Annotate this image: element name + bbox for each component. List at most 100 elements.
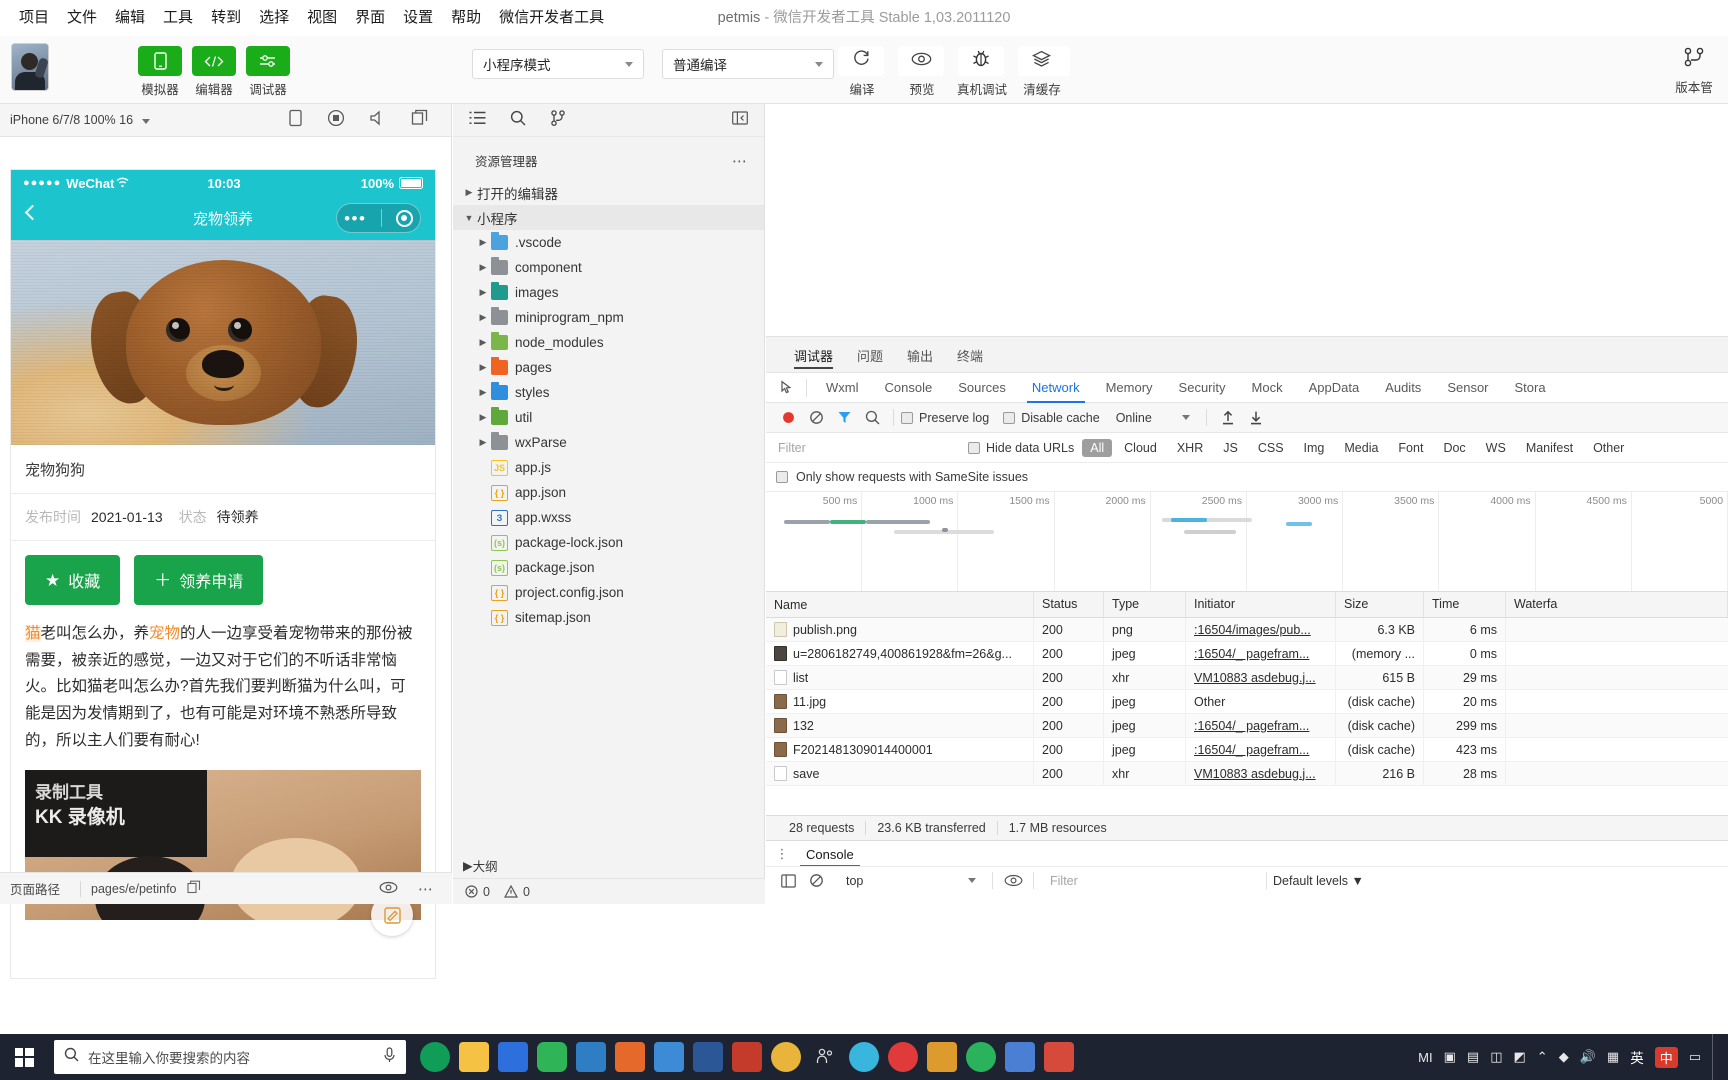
menu-item-settings[interactable]: 设置 (394, 0, 442, 36)
explorer-item-package-json[interactable]: (s) package.json (453, 555, 764, 580)
explorer-item-miniprogram-npm[interactable]: ▶ miniprogram_npm (453, 305, 764, 330)
explorer-item--vscode[interactable]: ▶ .vscode (453, 230, 764, 255)
explorer-item-sitemap-json[interactable]: { } sitemap.json (453, 605, 764, 630)
taskbar-icon-word[interactable] (693, 1042, 723, 1072)
menu-item-edit[interactable]: 编辑 (106, 0, 154, 36)
explorer-item-util[interactable]: ▶ util (453, 405, 764, 430)
volume-icon[interactable]: 🔊 (1580, 1049, 1596, 1065)
tray-xiaomi-icon[interactable]: MI (1418, 1050, 1432, 1065)
network-request-row[interactable]: publish.png 200 png:16504/images/pub... 6.3… (766, 617, 1728, 642)
explorer-item-package-lock-json[interactable]: (s) package-lock.json (453, 530, 764, 555)
column-header-status[interactable]: Status (1034, 592, 1104, 617)
real-device-debug-button[interactable] (958, 46, 1004, 76)
column-header-size[interactable]: Size (1336, 592, 1424, 617)
taskbar-icon-app13[interactable] (888, 1042, 918, 1072)
explorer-section-miniprogram[interactable]: ▼ 小程序 (453, 205, 764, 230)
menu-item-view[interactable]: 视图 (298, 0, 346, 36)
copy-icon[interactable] (411, 109, 429, 131)
start-button[interactable] (0, 1034, 48, 1080)
explorer-item-pages[interactable]: ▶ pages (453, 355, 764, 380)
menu-item-tools[interactable]: 工具 (154, 0, 202, 36)
resource-chip-doc[interactable]: Doc (1435, 439, 1473, 457)
taskbar-icon-pdf[interactable] (732, 1042, 762, 1072)
devtools-tab-memory[interactable]: Memory (1093, 373, 1166, 403)
menu-item-devtools[interactable]: 微信开发者工具 (490, 0, 613, 36)
download-icon[interactable] (1242, 405, 1270, 431)
network-request-row[interactable]: list 200 xhr VM10883 asdebug.j... 615 B 29 ms (766, 665, 1728, 690)
simulator-toggle-button[interactable] (138, 46, 182, 76)
console-filter-input[interactable]: Filter (1040, 874, 1260, 888)
taskbar-icon-app15[interactable] (966, 1042, 996, 1072)
explorer-icon[interactable] (469, 111, 486, 130)
adopt-apply-button[interactable]: ＋ 领养申请 (134, 555, 264, 605)
user-avatar[interactable] (12, 44, 48, 90)
compile-select[interactable]: 普通编译 (662, 49, 834, 79)
taskbar-icon-explorer[interactable] (459, 1042, 489, 1072)
taskbar-icon-store[interactable] (498, 1042, 528, 1072)
network-request-row[interactable]: u=2806182749,400861928&fm=26&g... 200 jpeg… (766, 641, 1728, 666)
filter-icon[interactable] (830, 405, 858, 431)
explorer-item-component[interactable]: ▶ component (453, 255, 764, 280)
tab-debugger[interactable]: 调试器 (794, 337, 834, 373)
record-red-icon[interactable] (774, 405, 802, 431)
resource-chip-all[interactable]: All (1082, 438, 1113, 457)
resource-chip-img[interactable]: Img (1296, 439, 1333, 457)
taskbar-icon-people[interactable] (810, 1042, 840, 1072)
microphone-icon[interactable] (383, 1046, 396, 1068)
more-dots-icon[interactable]: ••• (344, 210, 366, 227)
resource-chip-js[interactable]: JS (1215, 439, 1246, 457)
devtools-tab-mock[interactable]: Mock (1239, 373, 1296, 403)
column-header-name[interactable]: Name (766, 592, 1034, 617)
device-selector[interactable]: iPhone 6/7/8 100% 16 (10, 111, 151, 129)
clear-icon[interactable] (802, 405, 830, 431)
tray-icon-5[interactable]: ◆ (1559, 1049, 1569, 1065)
explorer-outline-row[interactable]: ▶ 大纲 (453, 852, 765, 878)
devtools-tab-console[interactable]: Console (872, 373, 946, 403)
explorer-item-project-config-json[interactable]: { } project.config.json (453, 580, 764, 605)
taskbar-icon-vscode[interactable] (576, 1042, 606, 1072)
search-icon[interactable] (510, 110, 526, 131)
taskbar-icon-app6[interactable] (615, 1042, 645, 1072)
console-levels-select[interactable]: Default levels ▼ (1273, 874, 1364, 888)
tray-icon-2[interactable]: ▤ (1467, 1049, 1479, 1065)
upload-icon[interactable] (1214, 405, 1242, 431)
editor-toggle-button[interactable] (192, 46, 236, 76)
explorer-item-app-js[interactable]: JS app.js (453, 455, 764, 480)
disable-cache-checkbox[interactable]: Disable cache (1003, 411, 1100, 425)
resource-chip-css[interactable]: CSS (1250, 439, 1292, 457)
collapse-panel-icon[interactable] (732, 110, 748, 130)
devtools-tab-sources[interactable]: Sources (945, 373, 1019, 403)
taskbar-icon-app7[interactable] (654, 1042, 684, 1072)
network-request-row[interactable]: 11.jpg 200 jpeg Other (disk cache) 20 ms (766, 689, 1728, 714)
device-rotate-icon[interactable] (288, 109, 303, 132)
notification-icon[interactable]: ▭ (1689, 1049, 1701, 1065)
network-icon[interactable]: ▦ (1607, 1049, 1619, 1065)
explorer-item-images[interactable]: ▶ images (453, 280, 764, 305)
explorer-item-styles[interactable]: ▶ styles (453, 380, 764, 405)
kebab-menu-icon[interactable]: ⋮ (774, 847, 790, 860)
preserve-log-checkbox[interactable]: Preserve log (901, 411, 989, 425)
menu-item-help[interactable]: 帮助 (442, 0, 490, 36)
checkbox-icon[interactable] (776, 471, 788, 483)
explorer-section-open-editors[interactable]: ▶ 打开的编辑器 (453, 180, 764, 205)
version-control-button[interactable]: 版本管 (1666, 46, 1722, 96)
resource-chip-ws[interactable]: WS (1478, 439, 1514, 457)
input-language-indicator[interactable]: 英 (1630, 1047, 1644, 1067)
debugger-toggle-button[interactable] (246, 46, 290, 76)
menu-item-goto[interactable]: 转到 (202, 0, 250, 36)
volume-icon[interactable] (369, 110, 387, 131)
explorer-item-app-json[interactable]: { } app.json (453, 480, 764, 505)
taskbar-icon-browser[interactable] (420, 1042, 450, 1072)
tray-chevron-up-icon[interactable]: ⌃ (1537, 1049, 1548, 1065)
column-header-type[interactable]: Type (1104, 592, 1186, 617)
menu-item-interface[interactable]: 界面 (346, 0, 394, 36)
devtools-tab-stora[interactable]: Stora (1502, 373, 1559, 403)
resource-chip-other[interactable]: Other (1585, 439, 1632, 457)
resource-chip-manifest[interactable]: Manifest (1518, 439, 1581, 457)
devtools-tab-security[interactable]: Security (1166, 373, 1239, 403)
tray-icon-3[interactable]: ◫ (1490, 1049, 1502, 1065)
warning-count-badge[interactable]: 0 (503, 885, 530, 899)
preview-button[interactable] (898, 46, 944, 76)
tab-output[interactable]: 输出 (907, 337, 933, 373)
devtools-tab-sensor[interactable]: Sensor (1434, 373, 1501, 403)
